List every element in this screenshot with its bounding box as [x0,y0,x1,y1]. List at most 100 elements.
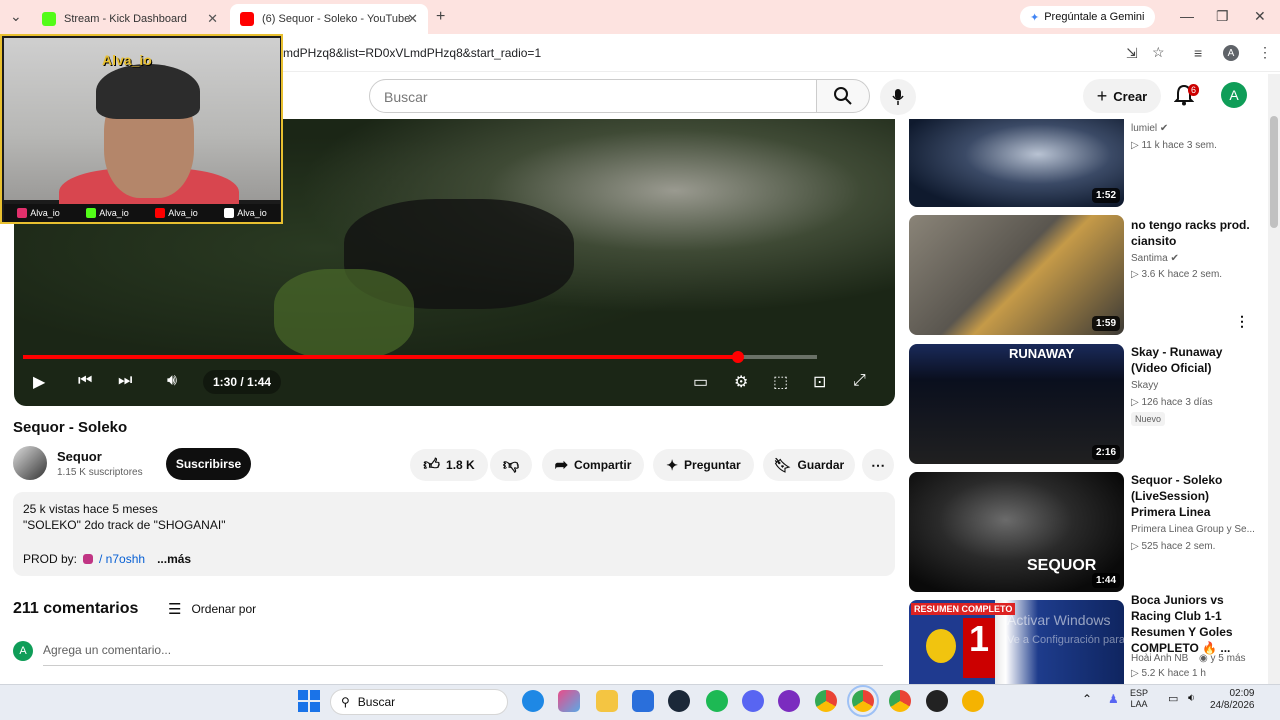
close-tab-icon[interactable]: ✕ [407,11,418,27]
comment-input[interactable]: Agrega un comentario... [43,643,883,666]
taskbar-search[interactable]: ⚲ Buscar [330,689,508,715]
cast-icon[interactable]: ⊡ [813,372,826,392]
scrollbar-thumb[interactable] [1270,116,1278,228]
more-horizontal-icon: ⋯ [871,456,885,473]
search-button[interactable] [816,79,870,113]
account-avatar[interactable]: A [1221,82,1247,108]
close-window-icon[interactable]: ✕ [1254,8,1266,25]
edge-icon[interactable] [522,690,544,712]
new-tab-icon[interactable]: + [436,8,445,26]
ask-label: Preguntar [684,458,741,472]
close-tab-icon[interactable]: ✕ [207,11,218,27]
app-icon[interactable] [926,690,948,712]
search-icon: ⚲ [341,695,350,709]
video-thumbnail[interactable]: RUNAWAY 2:16 [909,344,1124,464]
create-label: Crear [1113,88,1148,104]
minimize-icon[interactable]: — [1180,8,1194,24]
fullscreen-icon[interactable]: ⤢ [853,372,866,390]
more-vertical-icon[interactable]: ⋮ [1235,313,1249,330]
progress-scrubber[interactable] [732,351,744,363]
steam-icon[interactable] [668,690,690,712]
music-icon: ▷ [1131,269,1142,280]
spotify-icon[interactable] [706,690,728,712]
rec-meta: ▷ 11 k hace 3 sem. [1131,140,1217,151]
language-indicator[interactable]: ESP LAA [1130,688,1148,710]
rec-meta: ▷ 525 hace 2 sem. [1131,541,1215,552]
like-button[interactable]: 👍︎ 1.8 K [410,449,488,481]
theater-mode-icon[interactable]: ⬚ [773,372,788,392]
search-input[interactable]: Buscar [369,79,817,113]
rec-meta: ▷ 126 hace 3 días [1131,397,1213,408]
app-icon[interactable] [778,690,800,712]
subtitles-icon[interactable]: ▭ [693,372,708,392]
share-label: Compartir [574,458,632,472]
rec-channel[interactable]: Primera Linea Group y Se... [1131,524,1255,535]
network-icon[interactable]: ▭ [1168,692,1178,705]
volume-icon[interactable]: 🔊︎ [167,372,177,390]
create-button[interactable]: + Crear [1083,79,1161,113]
bookmark-star-icon[interactable]: ☆ [1152,44,1165,61]
chrome-icon[interactable] [815,690,837,712]
voice-search-button[interactable] [880,79,916,115]
file-explorer-icon[interactable] [596,690,618,712]
rec-title[interactable]: Skay - Runaway (Video Oficial) [1131,344,1256,376]
show-more-link[interactable]: ...más [157,552,191,566]
tray-app-icon[interactable]: ♟ [1108,692,1119,706]
play-icon[interactable]: ▶ [33,372,45,392]
tray-chevron-icon[interactable]: ⌃ [1082,692,1092,706]
profile-avatar[interactable]: A [1223,45,1239,61]
verified-check-icon: ✔ [1159,123,1169,134]
browser-menu-icon[interactable]: ⋮ [1258,44,1272,61]
video-thumbnail[interactable]: 1:52 [909,119,1124,207]
windows-start-icon[interactable] [298,690,320,712]
dislike-button[interactable]: 👎︎ [490,449,532,481]
save-button[interactable]: 🔖︎ Guardar [763,449,855,481]
discord-icon[interactable] [742,690,764,712]
speaker-icon[interactable]: 🔉︎ [1188,692,1195,705]
rec-channel[interactable]: Hoài Anh NB [1131,653,1188,664]
subscribe-button[interactable]: Suscribirse [166,448,251,480]
rec-meta: ▷ 5.2 K hace 1 h [1131,668,1206,679]
description-box[interactable]: 25 k vistas hace 5 meses "SOLEKO" 2do tr… [13,492,895,576]
url-field[interactable]: mdPHzq8&list=RD0xVLmdPHzq8&start_radio=1 [283,46,541,60]
tab-kick-dashboard[interactable]: Stream - Kick Dashboard ✕ [32,4,228,34]
chrome-profile-icon[interactable] [889,690,911,712]
settings-gear-icon[interactable]: ⚙ [734,372,748,392]
maximize-icon[interactable]: ❐ [1216,8,1229,25]
rec-title[interactable]: Boca Juniors vs Racing Club 1-1 Resumen … [1131,592,1256,656]
video-thumbnail[interactable]: 1:59 [909,215,1124,335]
previous-icon[interactable]: ⏮ [78,372,92,390]
media-controls-icon[interactable]: ≡ [1194,45,1202,61]
rec-channel[interactable]: Skayy [1131,380,1158,391]
gemini-button[interactable]: ✦ Pregúntale a Gemini [1020,6,1155,28]
install-icon[interactable]: ⇲ [1126,45,1138,62]
rec-title[interactable]: Sequor - Soleko (LiveSession) Primera Li… [1131,472,1256,520]
more-actions-button[interactable]: ⋯ [862,449,894,481]
score-graphic: 1 [963,618,995,678]
music-icon: ▷ [1131,140,1142,151]
video-frame-shape [274,269,414,359]
social-bar: Alva_io Alva_io Alva_io Alva_io [4,204,280,222]
tab-search-icon[interactable]: ⌄ [10,8,22,25]
tab-youtube[interactable]: (6) Sequor - Soleko - YouTube ✕ [230,4,428,34]
producer-handle-link[interactable]: / n7oshh [99,552,145,566]
music-icon: ▷ [1131,541,1142,552]
channel-avatar[interactable] [13,446,47,480]
next-icon[interactable]: ⏭ [118,372,132,390]
store-bag-icon[interactable] [632,690,654,712]
system-clock[interactable]: 02:09 24/8/2026 [1210,688,1255,712]
microsoft-store-icon[interactable] [558,690,580,712]
share-button[interactable]: ➦ Compartir [542,449,644,481]
ask-button[interactable]: ✦ Preguntar [653,449,754,481]
sort-comments-button[interactable]: ☰ Ordenar por [168,600,256,618]
rec-channel[interactable]: Santima ✔ [1131,253,1179,264]
gemini-icon: ✦ [1030,11,1040,24]
rec-title[interactable]: no tengo racks prod. ciansito [1131,217,1256,249]
rec-channel[interactable]: lumiel ✔ [1131,123,1168,134]
video-thumbnail[interactable]: SEQUOR 1:44 [909,472,1124,592]
rec-extra-text: y 5 más [1210,653,1246,664]
channel-name[interactable]: Sequor [57,449,102,464]
social-item: Alva_io [155,208,198,218]
app-icon[interactable] [962,690,984,712]
chrome-active-icon[interactable] [847,685,879,717]
